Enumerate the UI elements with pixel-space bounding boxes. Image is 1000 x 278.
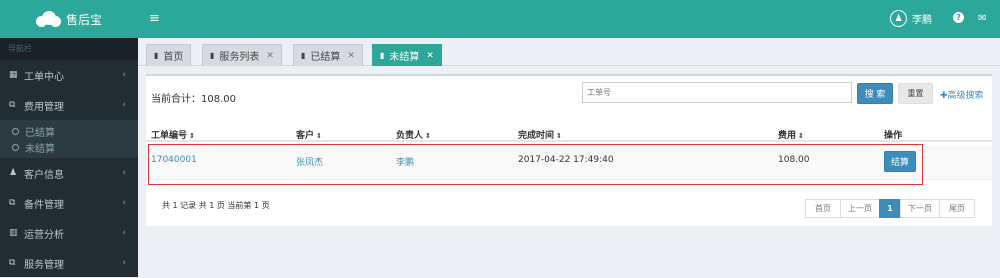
sidebar-item-expenses[interactable]: ⧉ 费用管理 ‹ [0,90,138,120]
page-1-button[interactable]: 1 [879,199,901,218]
sidebar-item-label: 费用管理 [24,101,64,113]
tab-home[interactable]: ▮ 首页 [146,44,192,66]
chevron-left-icon: ‹ [122,198,126,208]
sidebar-item-label: 运营分析 [24,229,64,241]
submenu-item-settled[interactable]: 已结算 [0,123,138,139]
last-page-button[interactable]: 尾页 [939,199,975,218]
chat-icon[interactable]: ✉ [978,13,986,24]
sidebar-item-customers[interactable]: ♟ 客户信息 ‹ [0,158,138,188]
bookmark-icon: ▮ [154,51,159,60]
pagination: 首页 上一页 1 下一页 尾页 [805,199,975,218]
calendar-icon: ▦ [9,70,18,80]
search-button[interactable]: 搜 索 [857,83,893,104]
sort-icon: ⇕ [798,132,804,140]
tab-bar: ▮ 首页 ▮ 服务列表 ✕ ▮ 已结算 ✕ ▮ 未结算 ✕ [138,38,1000,66]
reset-button[interactable]: 重置 [898,83,933,104]
tab-label: 已结算 [310,52,341,63]
menu-toggle-icon[interactable]: ≡ [149,11,160,26]
tab-settled[interactable]: ▮ 已结算 ✕ [293,44,363,66]
close-icon[interactable]: ✕ [426,51,434,61]
sidebar-item-services[interactable]: ⧉ 服务管理 ‹ [0,248,138,278]
user-name: 李鹏 [912,15,932,26]
submenu-item-unsettled[interactable]: 未结算 [0,139,138,155]
tab-label: 首页 [163,52,184,63]
logo-text: 售后宝 [65,12,102,27]
sidebar-item-label: 备件管理 [24,199,64,211]
next-page-button[interactable]: 下一页 [900,199,940,218]
user-icon: ♟ [9,168,18,178]
sidebar-item-work-orders[interactable]: ▦ 工单中心 ‹ [0,60,138,90]
edit-icon: ⧉ [9,258,16,268]
bookmark-icon: ▮ [380,51,385,60]
sort-icon: ⇕ [189,132,195,140]
help-icon[interactable]: ? [953,12,964,23]
column-header-fee[interactable]: 费用 ⇕ [778,128,804,141]
column-header-order-no[interactable]: 工单编号 ⇕ [151,128,195,141]
bookmark-icon: ▮ [301,51,306,60]
current-total: 当前合计：108.00 [151,94,236,105]
column-header-action: 操作 [884,131,903,141]
sidebar: 售后宝 导航栏 ▦ 工单中心 ‹ ⧉ 费用管理 ‹ 已结算 未结算 ♟ 客户信息… [0,0,138,277]
nav-header: 导航栏 [0,38,138,60]
circle-icon [12,143,19,151]
close-icon[interactable]: ✕ [266,51,274,61]
sidebar-item-analytics[interactable]: ▥ 运营分析 ‹ [0,218,138,248]
tab-label: 服务列表 [219,52,260,63]
tab-label: 未结算 [389,52,420,63]
sidebar-item-label: 工单中心 [24,71,64,83]
first-page-button[interactable]: 首页 [805,199,841,218]
highlight-box [148,144,923,185]
column-header-owner[interactable]: 负责人 ⇕ [396,128,431,141]
sidebar-item-parts[interactable]: ⧉ 备件管理 ‹ [0,188,138,218]
prev-page-button[interactable]: 上一页 [840,199,880,218]
top-bar: ≡ ♟ 李鹏 ? ✉ [138,0,1000,38]
sidebar-item-label: 客户信息 [24,169,64,181]
edit-icon: ⧉ [9,100,16,110]
table-header: 工单编号 ⇕ 客户 ⇕ 负责人 ⇕ 完成时间 ⇕ 费用 ⇕ 操作 [146,126,992,142]
tab-service-list[interactable]: ▮ 服务列表 ✕ [202,44,282,66]
chevron-left-icon: ‹ [122,168,126,178]
bar-chart-icon: ▥ [9,228,18,238]
edit-icon: ⧉ [9,198,16,208]
main-panel: 当前合计：108.00 搜 索 重置 ✚高级搜索 工单编号⇕ 客户⇕ 负责人⇕ … [146,74,992,226]
close-icon[interactable]: ✕ [347,51,355,61]
chevron-left-icon: ‹ [122,228,126,238]
sort-icon: ⇕ [556,132,562,140]
advanced-search-link[interactable]: ✚高级搜索 [940,88,984,101]
chevron-left-icon: ‹ [122,258,126,268]
sort-icon: ⇕ [425,132,431,140]
sidebar-item-label: 服务管理 [24,259,64,271]
sort-icon: ⇕ [316,132,322,140]
circle-icon [12,127,19,135]
logo[interactable]: 售后宝 [0,0,138,38]
order-number-search-input[interactable] [582,82,852,103]
column-header-finish-time[interactable]: 完成时间 ⇕ [518,128,562,141]
submenu-item-label: 已结算 [25,127,55,139]
submenu-item-label: 未结算 [25,143,55,155]
user-menu[interactable]: ♟ 李鹏 [890,10,932,27]
user-avatar-icon: ♟ [890,10,907,27]
tab-unsettled[interactable]: ▮ 未结算 ✕ [372,44,442,66]
chevron-left-icon: ‹ [122,70,126,80]
column-header-customer[interactable]: 客户 ⇕ [296,128,322,141]
bookmark-icon: ▮ [210,51,215,60]
chevron-left-icon: ‹ [122,100,126,110]
pagination-info: 共 1 记录 共 1 页 当前第 1 页 [162,201,270,210]
expenses-submenu: 已结算 未结算 [0,120,138,158]
cloud-logo-icon [35,10,62,28]
